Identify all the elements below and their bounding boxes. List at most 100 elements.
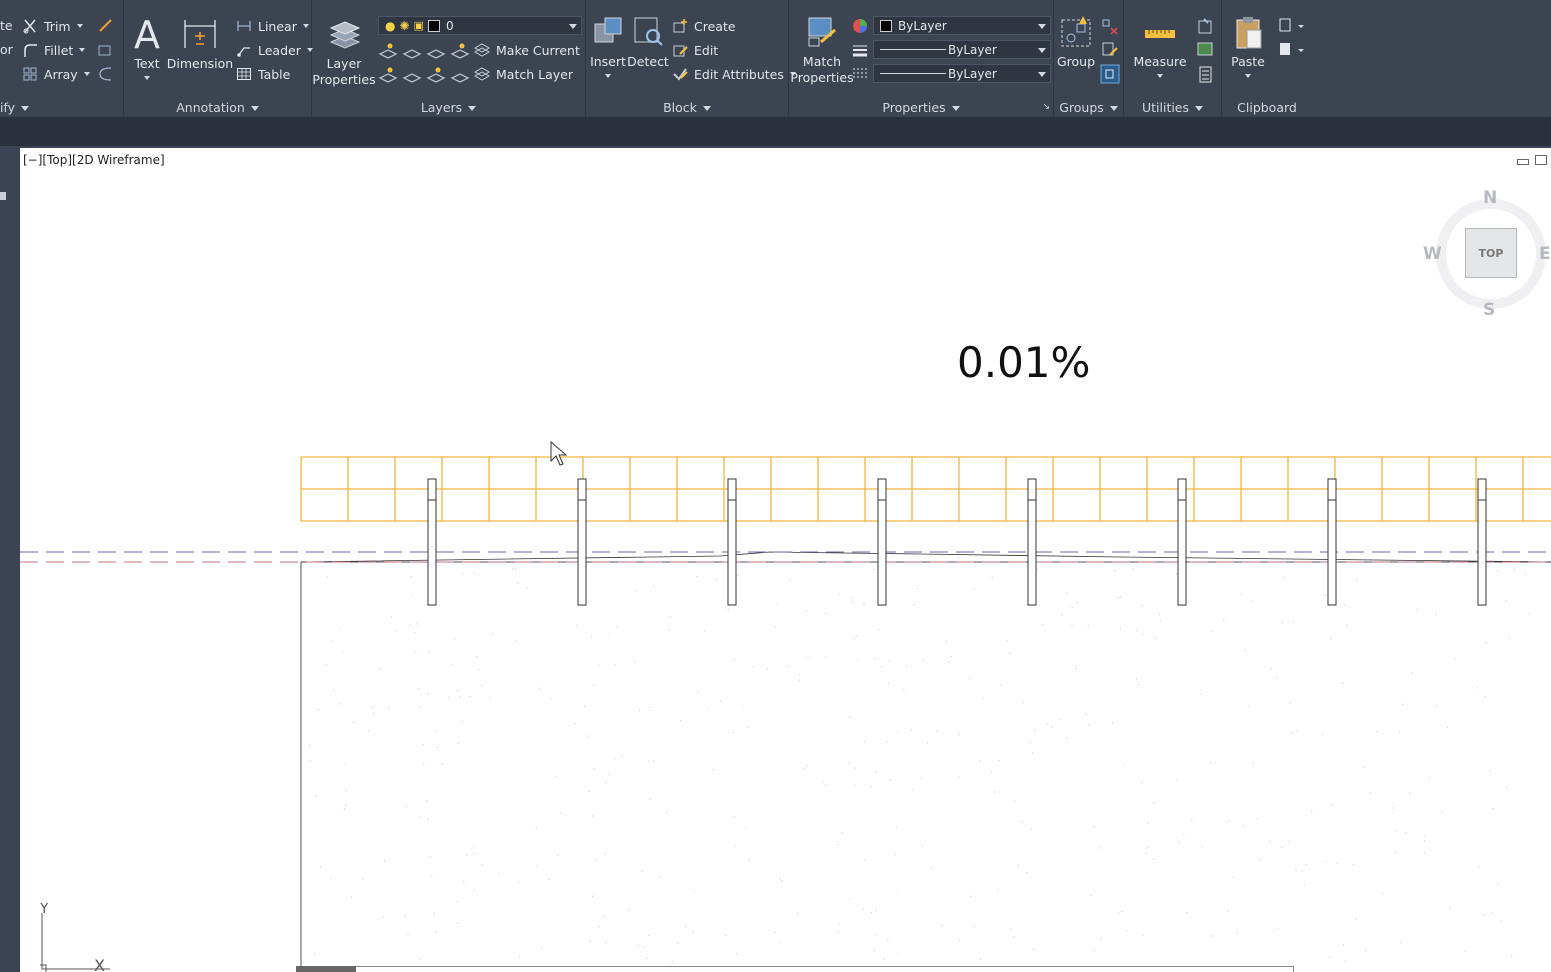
selected-panel-grid[interactable] <box>300 456 1551 522</box>
hatch-dot <box>431 875 433 877</box>
viewcube-south[interactable]: S <box>1483 300 1495 320</box>
hatch-dot <box>1370 792 1372 794</box>
viewcube-west[interactable]: W <box>1423 244 1442 264</box>
palette-icon[interactable] <box>0 192 6 200</box>
hatch-dot <box>805 765 808 767</box>
group-button[interactable]: Group <box>1056 14 1096 70</box>
linear-button[interactable]: Linear <box>236 18 309 34</box>
hatch-dot <box>1454 657 1456 659</box>
chevron-down-icon <box>1157 74 1163 78</box>
hatch-dot <box>1118 597 1120 599</box>
annotation-panel-title[interactable]: Annotation <box>124 100 311 115</box>
insert-button[interactable]: Insert <box>588 14 628 78</box>
linear-label: Linear <box>258 18 297 34</box>
lineweight-dropdown[interactable]: ByLayer <box>873 40 1051 59</box>
viewport-controls-label[interactable]: [−][Top][2D Wireframe] <box>23 153 165 167</box>
hatch-dot <box>959 733 961 736</box>
groups-panel-title[interactable]: Groups <box>1054 100 1123 115</box>
hatch-dot <box>848 763 850 765</box>
hatch-dot <box>1227 910 1229 912</box>
hatch-dot <box>1132 568 1134 570</box>
hatch-dot <box>716 578 718 580</box>
hatch-dot <box>481 684 484 686</box>
hatch-dot <box>388 707 390 710</box>
hatch-dot <box>478 669 480 671</box>
drawing-canvas[interactable] <box>20 148 1551 972</box>
viewcube-top-face[interactable]: TOP <box>1465 228 1517 278</box>
trim-button[interactable]: Trim <box>22 18 83 34</box>
support-post[interactable] <box>1477 478 1487 606</box>
color-dropdown[interactable]: ByLayer <box>873 16 1051 35</box>
hatch-dot <box>1500 920 1502 922</box>
viewcube[interactable]: N W E S TOP <box>1421 186 1551 326</box>
dimension-button[interactable]: Dimension <box>167 16 233 72</box>
horizontal-scrollbar[interactable] <box>296 966 1294 972</box>
minimize-viewport-icon[interactable] <box>1517 159 1529 165</box>
layers-panel-title[interactable]: Layers <box>312 100 585 115</box>
clipboard-tool-icons[interactable] <box>1278 17 1306 61</box>
hatch-dot <box>587 735 589 737</box>
layer-properties-button[interactable]: Layer Properties <box>312 16 376 88</box>
hatch-dot <box>1291 732 1293 735</box>
layer-dropdown[interactable]: ● ✺ ▣ 0 <box>378 16 582 35</box>
hatch-dot <box>945 641 948 643</box>
layer-tool-icons[interactable] <box>378 42 478 84</box>
support-posts[interactable] <box>427 478 1487 606</box>
table-button[interactable]: Table <box>236 66 290 82</box>
utility-tool-icons[interactable] <box>1196 17 1216 85</box>
measure-button[interactable]: Measure <box>1130 14 1190 78</box>
hatch-dot <box>379 668 381 671</box>
create-block-button[interactable]: Create <box>672 18 736 34</box>
leader-button[interactable]: Leader <box>236 42 313 58</box>
drawing-viewport[interactable]: [−][Top][2D Wireframe] 0.01% N W E S TOP… <box>20 148 1551 972</box>
viewcube-north[interactable]: N <box>1483 188 1497 208</box>
properties-dialog-launcher-icon[interactable]: ↘ <box>1042 102 1050 112</box>
hatch-dot <box>410 575 412 577</box>
text-button[interactable]: A Text <box>132 16 162 80</box>
array-button[interactable]: Array <box>22 66 90 82</box>
modify-tool-icons[interactable] <box>97 18 115 84</box>
linetype-dropdown[interactable]: ByLayer <box>873 64 1051 83</box>
chevron-down-icon <box>1245 74 1251 78</box>
match-layer-button[interactable]: Match Layer <box>474 66 573 82</box>
paste-button[interactable]: Paste <box>1228 14 1268 78</box>
hatch-dot <box>1268 841 1271 843</box>
support-post[interactable] <box>1327 478 1337 606</box>
properties-panel-title[interactable]: Properties <box>789 100 1053 115</box>
layout-tab-marker[interactable] <box>296 966 356 972</box>
hatch-dot <box>592 684 594 686</box>
utilities-panel-title[interactable]: Utilities <box>1124 100 1221 115</box>
block-panel-title[interactable]: Block <box>586 100 788 115</box>
modify-item-cropped-1[interactable]: te <box>0 18 13 33</box>
support-post[interactable] <box>577 478 587 606</box>
group-tool-icons[interactable] <box>1100 17 1120 85</box>
edit-block-button[interactable]: Edit <box>672 42 718 58</box>
viewcube-east[interactable]: E <box>1539 244 1551 264</box>
match-properties-button[interactable]: Match Properties <box>790 14 854 86</box>
fillet-button[interactable]: Fillet <box>22 42 86 58</box>
modify-panel-title[interactable]: ify <box>0 100 123 115</box>
support-post[interactable] <box>877 478 887 606</box>
hatch-dot <box>621 754 623 756</box>
terrain-line[interactable] <box>300 551 1551 563</box>
hatch-dot <box>362 878 364 880</box>
hatch-dot <box>1026 871 1028 874</box>
support-post[interactable] <box>1177 478 1187 606</box>
support-post[interactable] <box>727 478 737 606</box>
modify-item-cropped-2[interactable]: or <box>0 42 13 57</box>
hatch-dot <box>1477 687 1479 689</box>
hatch-dot <box>737 574 739 576</box>
edit-attributes-button[interactable]: Edit Attributes <box>672 66 796 82</box>
hatch-dot <box>331 639 333 641</box>
make-current-button[interactable]: Make Current <box>474 42 580 58</box>
annotation-text-percent[interactable]: 0.01% <box>957 338 1090 387</box>
clipboard-panel-title[interactable]: Clipboard <box>1222 100 1312 115</box>
detect-button[interactable]: Detect <box>627 14 669 70</box>
hatch-dot <box>1283 577 1285 579</box>
support-post[interactable] <box>1027 478 1037 606</box>
ucs-y-label: Y <box>40 903 49 917</box>
restore-viewport-icon[interactable] <box>1535 155 1547 165</box>
mouse-cursor-icon <box>550 441 568 466</box>
support-post[interactable] <box>427 478 437 606</box>
hatch-dot <box>391 616 393 618</box>
